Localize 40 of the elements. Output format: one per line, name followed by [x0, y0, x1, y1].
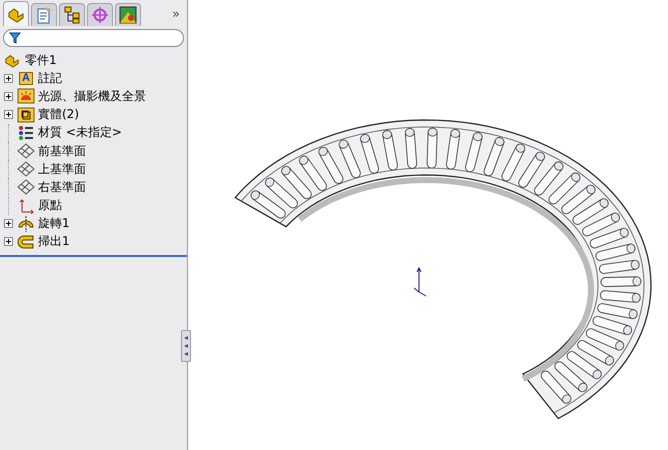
tree-item-label[interactable]: 旋轉1 — [38, 215, 70, 232]
tree-item-label[interactable]: 掃出1 — [38, 233, 70, 250]
tree-item-label[interactable]: 原點 — [38, 197, 62, 214]
folder-sun-icon — [17, 88, 35, 104]
panel-tab[interactable] — [59, 3, 85, 26]
expand-toggle[interactable] — [4, 92, 13, 101]
expand-toggle[interactable] — [4, 219, 13, 228]
tree-item-label[interactable]: 右基準面 — [38, 178, 86, 196]
tree-item-label[interactable]: 實體(2) — [38, 106, 79, 124]
more-tabs-button[interactable]: » — [168, 7, 184, 26]
origin-icon — [17, 198, 35, 214]
panel-tab[interactable] — [31, 3, 57, 26]
plane-icon — [17, 161, 35, 178]
tree-item-label[interactable]: 零件1 — [25, 52, 57, 69]
tree-icon — [63, 6, 81, 24]
axis-triad-icon — [414, 266, 426, 296]
crosshair-icon — [91, 6, 109, 24]
part-icon — [3, 52, 21, 68]
annotation-folder-icon: A — [19, 72, 33, 85]
panel-tab[interactable] — [3, 1, 29, 26]
tree-item-label[interactable]: 註記 — [38, 70, 62, 87]
tree-item-label[interactable]: 材質 <未指定> — [38, 124, 122, 142]
tree-item-label[interactable]: 光源、攝影機及全景 — [38, 88, 146, 105]
clipboard-icon — [35, 6, 53, 24]
tree-item-label[interactable]: 上基準面 — [38, 160, 86, 178]
plane-icon — [17, 179, 35, 196]
material-icon — [17, 124, 35, 141]
display-icon — [119, 6, 137, 24]
panel-collapse-handle[interactable] — [181, 330, 191, 362]
sweep-icon — [17, 234, 35, 250]
expand-toggle[interactable] — [4, 74, 13, 83]
filter-field[interactable] — [3, 29, 184, 47]
expand-toggle[interactable] — [4, 110, 13, 120]
filter-icon — [9, 32, 21, 44]
folder-cube-icon — [17, 106, 35, 123]
expand-toggle[interactable] — [4, 237, 13, 246]
revolve-icon — [17, 216, 35, 232]
plane-icon — [17, 143, 35, 160]
tree-item-label[interactable]: 前基準面 — [38, 142, 86, 160]
panel-tab[interactable] — [115, 3, 141, 26]
